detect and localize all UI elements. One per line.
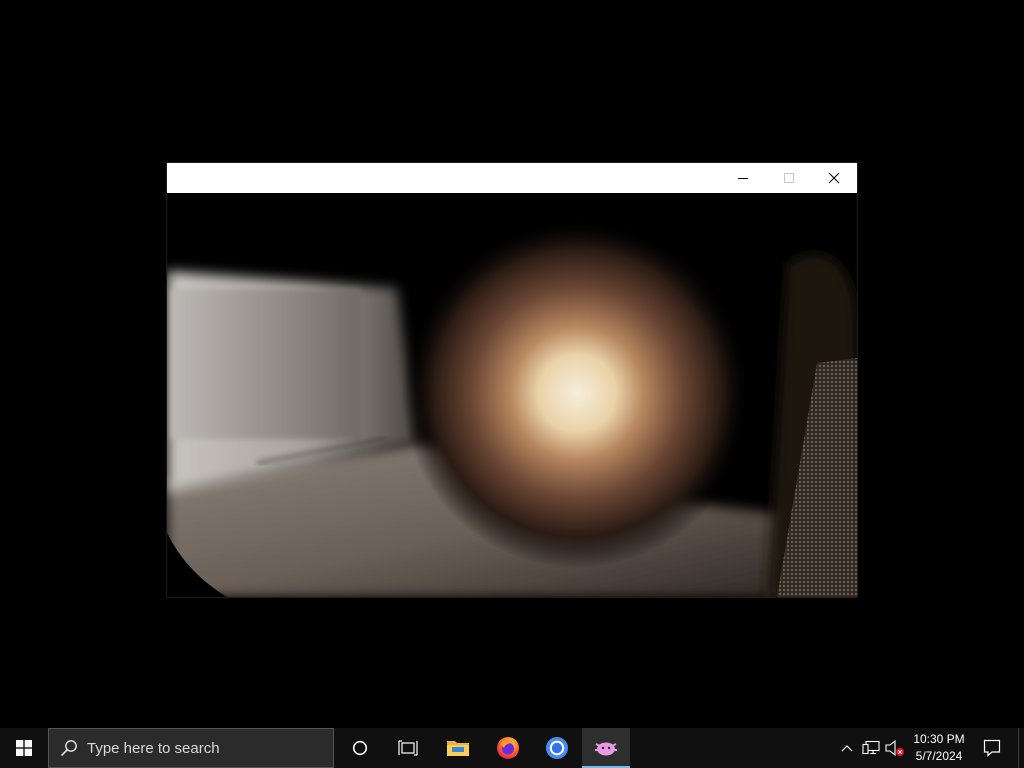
close-icon — [828, 172, 840, 184]
search-box[interactable] — [48, 728, 334, 768]
volume-button[interactable] — [884, 728, 906, 768]
show-desktop-button[interactable] — [1018, 728, 1024, 768]
minimize-button[interactable] — [720, 163, 766, 193]
search-input[interactable] — [87, 739, 307, 757]
notifications-button[interactable] — [972, 728, 1012, 768]
cortana-button[interactable] — [336, 728, 384, 768]
blurry-scene-image — [167, 193, 857, 597]
firefox-button[interactable] — [484, 728, 532, 768]
task-view-button[interactable] — [384, 728, 432, 768]
firefox-icon — [497, 737, 519, 759]
volume-muted-icon — [885, 740, 904, 756]
task-view-icon — [398, 740, 418, 756]
window-titlebar[interactable] — [167, 163, 857, 193]
file-explorer-button[interactable] — [434, 728, 482, 768]
start-button[interactable] — [0, 728, 48, 768]
network-button[interactable] — [860, 728, 882, 768]
chrome-icon — [546, 737, 568, 759]
clock-date: 5/7/2024 — [915, 749, 963, 763]
circle-icon — [352, 740, 368, 756]
taskbar: 10:30 PM 5/7/2024 — [0, 728, 1024, 768]
network-icon — [862, 740, 880, 755]
active-app-button[interactable] — [582, 728, 630, 768]
notification-icon — [983, 739, 1001, 757]
close-button[interactable] — [811, 163, 857, 193]
scene-viewport[interactable] — [167, 193, 857, 597]
folder-icon — [447, 741, 469, 756]
maximize-icon — [784, 173, 794, 183]
app-window[interactable] — [167, 163, 857, 597]
pink-creature-icon — [595, 742, 617, 756]
search-icon — [60, 740, 77, 757]
minimize-icon — [738, 178, 748, 179]
clock[interactable]: 10:30 PM 5/7/2024 — [906, 731, 972, 765]
clock-time: 10:30 PM — [913, 732, 965, 746]
maximize-button[interactable] — [766, 163, 812, 193]
windows-logo-icon — [16, 740, 32, 756]
chrome-button[interactable] — [533, 728, 581, 768]
show-hidden-icons-button[interactable] — [838, 728, 856, 768]
chevron-up-icon — [841, 745, 853, 752]
